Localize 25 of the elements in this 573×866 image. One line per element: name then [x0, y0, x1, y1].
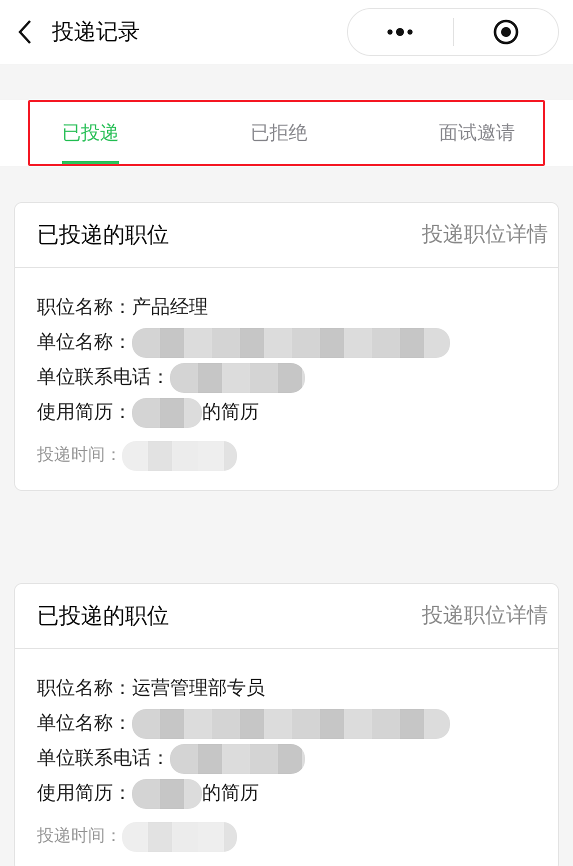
field-suffix: 的简历 — [202, 781, 259, 806]
detail-link[interactable]: 投递职位详情 — [422, 600, 548, 632]
field-label: 单位联系电话： — [37, 365, 170, 390]
field-label: 职位名称： — [37, 676, 132, 702]
target-icon — [492, 19, 519, 45]
field-suffix: 的简历 — [202, 400, 259, 426]
card-title: 已投递的职位 — [37, 602, 169, 630]
more-icon — [386, 27, 414, 37]
field-label: 使用简历： — [37, 781, 132, 806]
time-label: 投递时间： — [37, 825, 122, 848]
card-title: 已投递的职位 — [37, 222, 169, 250]
field-label: 单位名称： — [37, 711, 132, 736]
field-value: 运营管理部专员 — [132, 676, 265, 702]
field-label: 单位名称： — [37, 330, 132, 356]
field-value: 产品经理 — [132, 295, 208, 320]
field-label: 单位联系电话： — [37, 746, 170, 772]
detail-link[interactable]: 投递职位详情 — [422, 219, 548, 251]
tab[interactable]: 已投递 — [62, 102, 119, 164]
field-label: 职位名称： — [37, 295, 132, 320]
tab[interactable]: 面试邀请 — [439, 102, 515, 164]
back-icon[interactable] — [18, 19, 32, 45]
field-label: 使用简历： — [37, 400, 132, 426]
time-label: 投递时间： — [37, 444, 122, 468]
tab[interactable]: 已拒绝 — [250, 102, 308, 164]
page-title: 投递记录 — [52, 18, 140, 46]
